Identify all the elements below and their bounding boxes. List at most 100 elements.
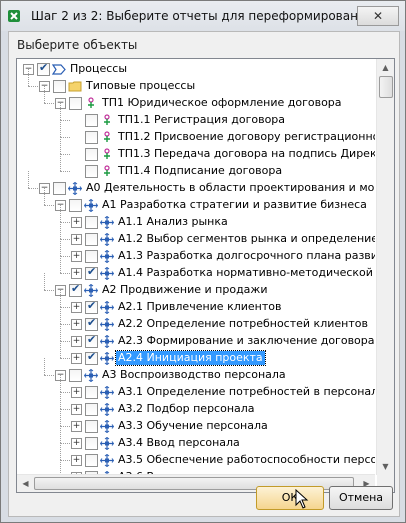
tree-row[interactable]: − А0 Деятельность в области проектировани… <box>17 171 375 197</box>
expand-icon[interactable]: + <box>71 387 82 398</box>
expand-icon[interactable]: + <box>71 234 82 245</box>
title-bar[interactable]: Шаг 2 из 2: Выберите отчеты для переформ… <box>1 1 405 31</box>
tree-checkbox[interactable] <box>85 131 98 144</box>
vertical-scrollbar[interactable]: ▲ ▼ <box>376 59 394 475</box>
tree-item-label[interactable]: ТП1.1 Регистрация договора <box>116 113 287 127</box>
tree-connector <box>44 205 54 206</box>
tree-row[interactable]: − ТП1 Юридическое оформление договора <box>17 86 375 112</box>
tree-item-label[interactable]: А0 Деятельность в области проектирования… <box>84 181 375 195</box>
tree-row[interactable]: + А1.1 Анализ рынка <box>17 205 375 231</box>
tree-row[interactable]: − А1 Разработка стратегии и развитие бизн… <box>17 188 375 214</box>
tree-row[interactable]: + А3.3 Обучение персонала <box>17 409 375 435</box>
tree-checkbox[interactable] <box>69 369 82 382</box>
vertical-scroll-thumb[interactable] <box>379 76 393 98</box>
tree-item-label[interactable]: А1.2 Выбор сегментов рынка и определение… <box>116 232 375 246</box>
expand-icon[interactable]: + <box>71 268 82 279</box>
tree-item-label[interactable]: А3.2 Подбор персонала <box>116 402 257 416</box>
tree-checkbox[interactable] <box>53 182 66 195</box>
tree-item-label[interactable]: Типовые процессы <box>84 79 197 93</box>
cancel-button[interactable]: Отмена <box>329 486 393 510</box>
tree-item-label[interactable]: А3.1 Определение потребностей в персонал… <box>116 385 375 399</box>
tree-connector <box>60 426 70 427</box>
tree-item-label[interactable]: А3.5 Обеспечение работоспособности персо… <box>116 453 375 467</box>
tree-row[interactable]: + А2.1 Привлечение клиентов <box>17 290 375 316</box>
tree-checkbox[interactable] <box>69 199 82 212</box>
tree-row[interactable]: ТП1.2 Присвоение договору регистрационно… <box>17 120 375 146</box>
tree-item-label[interactable]: А1 Разработка стратегии и развитие бизне… <box>100 198 369 212</box>
tree-row[interactable]: + А3.4 Ввод персонала <box>17 426 375 452</box>
tree-row[interactable]: + А2.4 Инициация проекта <box>17 341 375 367</box>
expand-icon[interactable]: + <box>71 319 82 330</box>
tree-item-label[interactable]: ТП1.3 Передача договора на подпись Дирек… <box>116 147 375 161</box>
expand-icon[interactable]: + <box>71 404 82 415</box>
tree-item-label[interactable]: Процессы <box>68 62 129 76</box>
tree-checkbox[interactable] <box>37 61 50 76</box>
tree-item-label[interactable]: А2.1 Привлечение клиентов <box>116 300 283 314</box>
scroll-left-arrow[interactable]: ◀ <box>17 475 34 492</box>
tree-checkbox[interactable] <box>85 148 98 161</box>
tree-row[interactable]: −А2 Продвижение и продажи <box>17 273 375 299</box>
tree-checkbox[interactable] <box>85 333 98 348</box>
tree-checkbox[interactable] <box>69 97 82 110</box>
tree-item-label[interactable]: А3.3 Обучение персонала <box>116 419 270 433</box>
tree-item-label[interactable]: А2.2 Определение потребностей клиентов <box>116 317 370 331</box>
close-button[interactable]: ✕ <box>357 6 399 26</box>
process-icon <box>99 402 115 417</box>
tree-checkbox[interactable] <box>85 250 98 263</box>
tree-checkbox[interactable] <box>53 80 66 93</box>
expand-icon[interactable]: + <box>71 421 82 432</box>
tree-row[interactable]: −Процессы <box>17 61 375 78</box>
scroll-up-arrow[interactable]: ▲ <box>377 59 394 76</box>
tree-row[interactable]: ТП1.1 Регистрация договора <box>17 103 375 129</box>
tree-item-label[interactable]: А2.3 Формирование и заключение договора … <box>116 334 375 348</box>
tree-item-label[interactable]: ТП1.2 Присвоение договору регистрационно… <box>116 130 375 144</box>
tree-checkbox[interactable] <box>85 299 98 314</box>
tree-row[interactable]: − Типовые процессы <box>17 69 375 95</box>
tree-item-label[interactable]: А2 Продвижение и продажи <box>100 283 269 297</box>
tree-checkbox[interactable] <box>85 403 98 416</box>
tree-checkbox[interactable] <box>85 437 98 450</box>
tree-item-label[interactable]: А3.4 Ввод персонала <box>116 436 242 450</box>
tree-checkbox[interactable] <box>85 420 98 433</box>
tree-row[interactable]: + А1.3 Разработка долгосрочного плана раз… <box>17 239 375 265</box>
tree-row[interactable]: + А3.1 Определение потребностей в персона… <box>17 375 375 401</box>
expand-icon[interactable]: + <box>71 251 82 262</box>
tree-item-label-selected[interactable]: А2.4 Инициация проекта <box>115 350 266 366</box>
scroll-down-arrow[interactable]: ▼ <box>377 458 394 475</box>
tree-row[interactable]: + А2.2 Определение потребностей клиентов <box>17 307 375 333</box>
tree-item-label[interactable]: ТП1 Юридическое оформление договора <box>100 96 344 110</box>
tree-checkbox[interactable] <box>69 282 82 297</box>
tree-checkbox[interactable] <box>85 386 98 399</box>
tree-row[interactable]: ТП1.4 Подписание договора <box>17 154 375 180</box>
tree-row[interactable]: + А3.5 Обеспечение работоспособности перс… <box>17 443 375 469</box>
expand-icon[interactable]: + <box>71 217 82 228</box>
tree-row[interactable]: − А3 Воспроизводство персонала <box>17 358 375 384</box>
dialog-window: Шаг 2 из 2: Выберите отчеты для переформ… <box>0 0 406 523</box>
tree-row[interactable]: + А2.3 Формирование и заключение договора… <box>17 324 375 350</box>
tree-item-label[interactable]: ТП1.4 Подписание договора <box>116 164 284 178</box>
tree-item-label[interactable]: А3 Воспроизводство персонала <box>100 368 288 382</box>
tree-checkbox[interactable] <box>85 350 98 365</box>
expand-icon[interactable]: + <box>71 353 82 364</box>
expand-icon[interactable]: + <box>71 438 82 449</box>
tree-checkbox[interactable] <box>85 114 98 127</box>
ok-button[interactable]: ОК <box>256 486 324 510</box>
tree-row[interactable]: + А1.4 Разработка нормативно-методической… <box>17 256 375 282</box>
expand-icon[interactable]: + <box>71 336 82 347</box>
expand-icon[interactable]: + <box>71 302 82 313</box>
expand-icon[interactable]: + <box>71 455 82 466</box>
tree-checkbox[interactable] <box>85 265 98 280</box>
tree-item-label[interactable]: А1.3 Разработка долгосрочного плана разв… <box>116 249 375 263</box>
tree-item-label[interactable]: А1.1 Анализ рынка <box>116 215 230 229</box>
tree-connector <box>44 290 54 291</box>
tree-row[interactable]: ТП1.3 Передача договора на подпись Дирек… <box>17 137 375 163</box>
tree-checkbox[interactable] <box>85 316 98 331</box>
tree-checkbox[interactable] <box>85 216 98 229</box>
tree-row[interactable]: + А1.2 Выбор сегментов рынка и определени… <box>17 222 375 248</box>
object-tree[interactable]: −Процессы−Типовые процессы−ТП1 Юридическ… <box>16 58 395 493</box>
tree-checkbox[interactable] <box>85 233 98 246</box>
tree-checkbox[interactable] <box>85 454 98 467</box>
tree-item-label[interactable]: А1.4 Разработка нормативно-методической … <box>116 266 375 280</box>
tree-checkbox[interactable] <box>85 165 98 178</box>
tree-row[interactable]: + А3.2 Подбор персонала <box>17 392 375 418</box>
